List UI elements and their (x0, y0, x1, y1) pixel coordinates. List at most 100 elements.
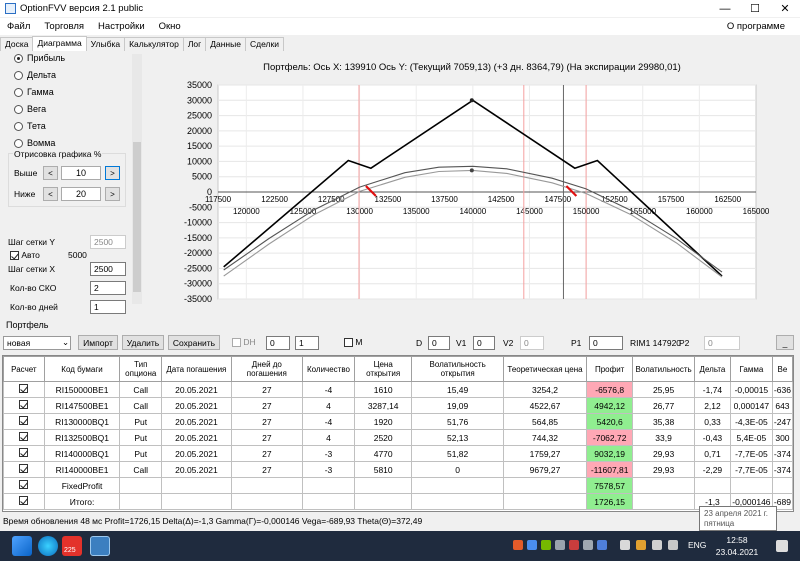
radio-delta[interactable]: Дельта (14, 70, 56, 80)
col-header[interactable]: Дней до погашения (230, 356, 304, 382)
col-header[interactable]: Теоретическая цена (502, 356, 588, 382)
col-header[interactable]: Код бумаги (43, 356, 121, 382)
options-scrollbar[interactable] (132, 54, 142, 304)
tray-icon[interactable] (513, 540, 523, 550)
calc-checkbox-cell[interactable] (3, 429, 45, 446)
radio-vomma[interactable]: Вомма (14, 138, 55, 148)
tray-icon[interactable] (555, 540, 565, 550)
menu-file[interactable]: Файл (0, 21, 37, 32)
days-input[interactable]: 1 (90, 300, 126, 314)
menu-settings[interactable]: Настройки (91, 21, 152, 32)
menu-window[interactable]: Окно (152, 21, 188, 32)
col-header[interactable]: Цена открытия (353, 356, 413, 382)
calc-checkbox-cell[interactable] (3, 445, 45, 462)
d-input[interactable]: 0 (428, 336, 450, 350)
nvidia-tray-icon[interactable] (541, 540, 551, 550)
above-decrease-button[interactable]: < (43, 166, 58, 180)
tab-smile[interactable]: Улыбка (85, 37, 126, 51)
col-header[interactable]: Дата погашения (161, 356, 232, 382)
grid-x-input[interactable]: 2500 (90, 262, 126, 276)
language-indicator[interactable]: ENG (688, 540, 706, 550)
radio-theta[interactable]: Тета (14, 121, 46, 131)
sko-input[interactable]: 2 (90, 281, 126, 295)
radio-vega[interactable]: Вега (14, 104, 46, 114)
total-row[interactable]: Итого: 1726,15 -1,3 -0,000146 -689 (3, 493, 793, 510)
menu-trade[interactable]: Торговля (37, 21, 91, 32)
tab-diagram[interactable]: Диаграмма (32, 36, 87, 51)
import-button[interactable]: Импорт (78, 335, 118, 350)
below-value[interactable]: 20 (61, 187, 101, 201)
tray-icon[interactable] (652, 540, 662, 550)
calc-checkbox-cell[interactable] (3, 461, 45, 478)
maximize-button[interactable]: ☐ (740, 0, 770, 17)
table-row[interactable]: RI147500BE1 Call 20.05.2021 27 4 3287,14 19,09… (3, 397, 793, 414)
dh-checkbox[interactable]: DH (232, 337, 256, 347)
volume-icon[interactable] (668, 540, 678, 550)
table-row[interactable]: RI140000BE1 Call 20.05.2021 27 -3 5810 0 9679,2… (3, 461, 793, 478)
network-icon[interactable] (620, 540, 630, 550)
fixed-profit-row[interactable]: FixedProfit 7578,57 (3, 477, 793, 494)
tab-data[interactable]: Данные (205, 37, 246, 51)
p2-input[interactable]: 0 (704, 336, 740, 350)
calc-checkbox-cell[interactable] (3, 397, 45, 414)
table-row[interactable]: RI150000BE1 Call 20.05.2021 27 -4 1610 15,49 32… (3, 381, 793, 398)
col-header[interactable]: Волатильность (632, 356, 696, 382)
tab-calculator[interactable]: Калькулятор (124, 37, 184, 51)
scrollbar-thumb[interactable] (133, 142, 141, 292)
save-button[interactable]: Сохранить (168, 335, 220, 350)
tab-log[interactable]: Лог (182, 37, 207, 51)
minimize-button[interactable]: — (710, 0, 740, 17)
delete-button[interactable]: Удалить (122, 335, 164, 350)
dh-spin-1[interactable]: 0 (266, 336, 290, 350)
v2-input[interactable]: 0 (520, 336, 544, 350)
table-row[interactable]: RI140000BQ1 Put 20.05.2021 27 -3 4770 51,82 175… (3, 445, 793, 462)
tray-icon[interactable] (636, 540, 646, 550)
col-header[interactable]: Профит (586, 356, 634, 382)
edge-icon[interactable] (38, 536, 58, 556)
below-decrease-button[interactable]: < (43, 187, 58, 201)
p1-input[interactable]: 0 (589, 336, 623, 350)
tab-deals[interactable]: Сделки (244, 37, 284, 51)
close-button[interactable]: ✕ (770, 0, 800, 17)
windows-start-icon[interactable] (12, 536, 32, 556)
below-increase-button[interactable]: > (105, 187, 120, 201)
table-row[interactable]: RI130000BQ1 Put 20.05.2021 27 -4 1920 51,76 564… (3, 413, 793, 430)
col-header[interactable]: Расчет (3, 356, 45, 382)
above-value[interactable]: 10 (61, 166, 101, 180)
m-checkbox[interactable]: M (344, 337, 362, 347)
v1-input[interactable]: 0 (473, 336, 495, 350)
col-header[interactable]: Волатильность открытия (411, 356, 504, 382)
menu-about[interactable]: О программе (720, 21, 792, 32)
calc-checkbox-cell[interactable] (3, 477, 45, 494)
radio-profit[interactable]: Прибыль (14, 53, 65, 63)
calc-checkbox-cell[interactable] (3, 493, 45, 510)
tray-icon[interactable] (597, 540, 607, 550)
tray-icon[interactable] (527, 540, 537, 550)
payoff-chart[interactable]: 35000300002500020000150001000050000-5000… (144, 51, 800, 317)
above-increase-button[interactable]: > (105, 166, 120, 180)
checkbox-checked-icon (19, 400, 29, 409)
calc-checkbox-cell[interactable] (3, 381, 45, 398)
extra-button[interactable]: _ (776, 335, 794, 350)
table-cell: -7,7E-05 (729, 445, 773, 462)
optionfvv-taskbar-icon[interactable] (90, 536, 110, 556)
col-header[interactable]: Дельта (694, 356, 731, 382)
grid-y-input[interactable]: 2500 (90, 235, 126, 249)
calc-checkbox-cell[interactable] (3, 413, 45, 430)
tab-board[interactable]: Доска (0, 37, 34, 51)
table-row[interactable]: RI132500BQ1 Put 20.05.2021 27 4 2520 52,13 744,… (3, 429, 793, 446)
notifications-icon[interactable] (776, 540, 788, 552)
col-header[interactable]: Гамма (729, 356, 773, 382)
auto-checkbox[interactable]: Авто (10, 250, 40, 260)
mail-app-icon[interactable]: 225 (62, 536, 82, 556)
tray-icon[interactable] (569, 540, 579, 550)
portfolio-select[interactable]: новая (3, 336, 71, 350)
radio-gamma[interactable]: Гамма (14, 87, 54, 97)
clock[interactable]: 12:58 23.04.2021 (712, 534, 762, 558)
col-header[interactable]: Количество (302, 356, 355, 382)
dh-spin-2[interactable]: 1 (295, 336, 319, 350)
tray-icon[interactable] (583, 540, 593, 550)
col-header[interactable]: Ве (771, 356, 793, 382)
chevron-down-icon[interactable]: ⌄ (62, 337, 69, 348)
col-header[interactable]: Тип опциона (119, 356, 163, 382)
